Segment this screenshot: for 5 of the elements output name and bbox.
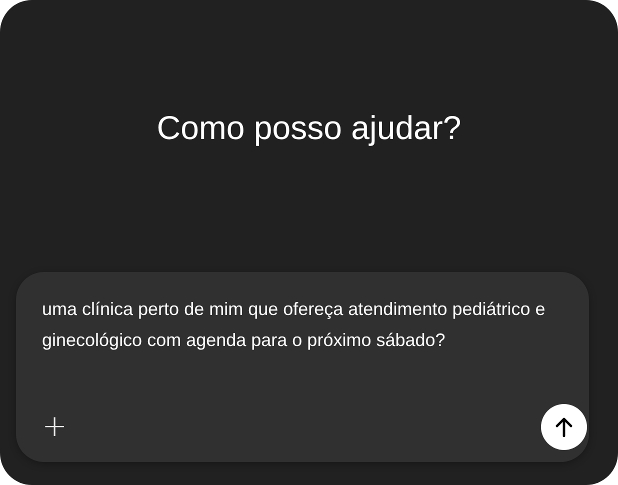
- add-button[interactable]: +: [38, 412, 72, 442]
- message-field[interactable]: uma clínica perto de mim que ofereça atendimento pediátrico e ginecológico com agenda para o próximo sábado?: [42, 294, 552, 356]
- heading: Como posso ajudar?: [156, 108, 462, 148]
- send-button[interactable]: [541, 404, 587, 450]
- arrow-up-icon: [555, 417, 573, 437]
